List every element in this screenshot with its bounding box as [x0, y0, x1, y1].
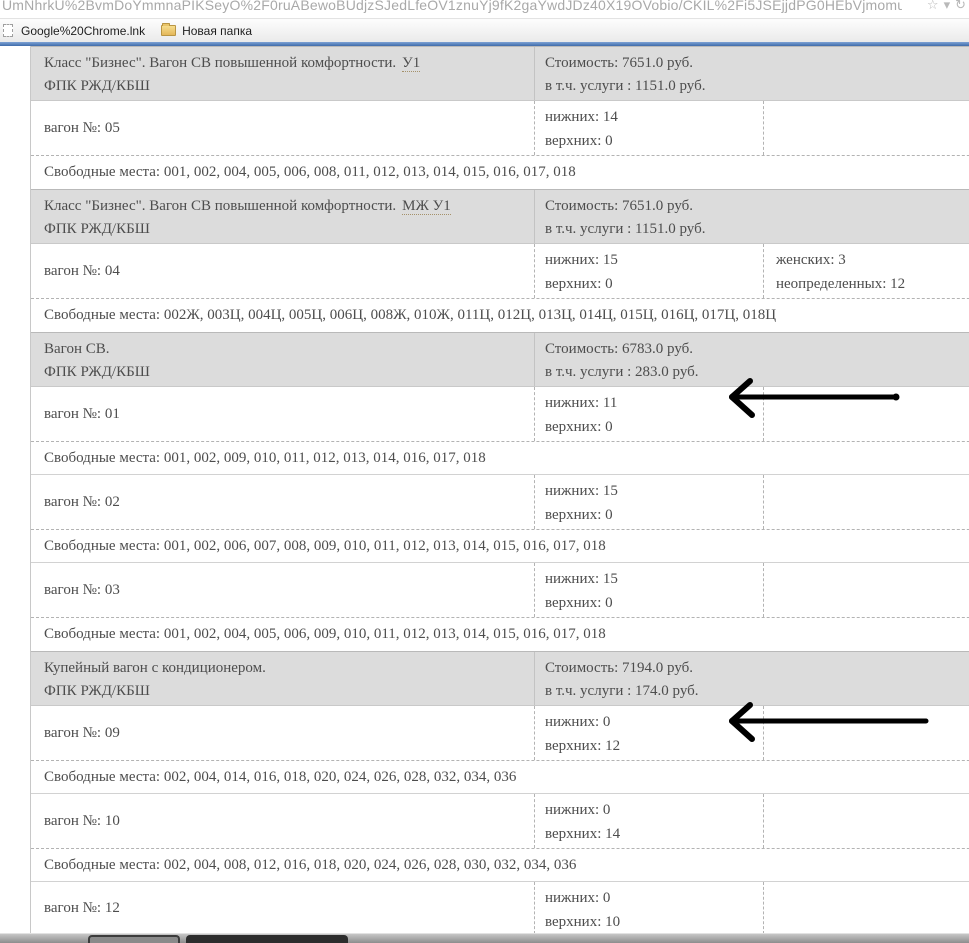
omnibox-icons: ☆ ▾ ↻ [927, 0, 966, 13]
browser-window: { "browser": { "url": "UmNhrkU%2BvmDoYmm… [0, 0, 969, 943]
page-content: Класс "Бизнес". Вагон СВ повышенной комф… [0, 46, 969, 935]
chevron-down-icon[interactable]: ▾ [944, 0, 951, 13]
lower-berths: нижних: 0 [545, 886, 763, 910]
lower-berths: нижних: 15 [545, 248, 763, 272]
upper-berths: верхних: 0 [545, 272, 763, 296]
class-title: Класс "Бизнес". Вагон СВ повышенной комф… [44, 52, 534, 75]
services-label: в т.ч. услуги : 1151.0 руб. [545, 75, 969, 98]
operator-label: ФПК РЖД/КБШ [44, 361, 534, 384]
taskbar [0, 933, 969, 943]
upper-berths: верхних: 12 [545, 734, 763, 758]
class-title: Купейный вагон с кондиционером. [44, 657, 534, 680]
undefined-seats: неопределенных: 12 [776, 272, 969, 296]
taskbar-button[interactable] [88, 935, 180, 943]
folder-icon [161, 25, 176, 36]
wagon-number: вагон №: 09 [31, 706, 534, 760]
price-label: Стоимость: 7651.0 руб. [545, 195, 969, 218]
free-seats-row: Свободные места: 002Ж, 003Ц, 004Ц, 005Ц,… [31, 299, 969, 332]
wagon-row: вагон №: 04 нижних: 15 верхних: 0 женски… [31, 244, 969, 299]
page-icon [3, 24, 13, 37]
wagon-number: вагон №: 12 [31, 882, 534, 934]
free-seats-row: Свободные места: 002, 004, 014, 016, 018… [31, 761, 969, 794]
services-label: в т.ч. услуги : 1151.0 руб. [545, 218, 969, 241]
price-label: Стоимость: 7651.0 руб. [545, 52, 969, 75]
class-header-row: Вагон СВ. ФПК РЖД/КБШ Стоимость: 6783.0 … [31, 332, 969, 387]
free-seats-row: Свободные места: 001, 002, 006, 007, 008… [31, 530, 969, 563]
wagon-number: вагон №: 10 [31, 794, 534, 848]
free-seats-row: Свободные места: 001, 002, 004, 005, 006… [31, 156, 969, 189]
upper-berths: верхних: 0 [545, 415, 763, 439]
female-seats: женских: 3 [776, 248, 969, 272]
bookmark-item-chrome-lnk[interactable]: Google%20Chrome.lnk [3, 24, 145, 38]
wagon-row: вагон №: 02 нижних: 15 верхних: 0 [31, 475, 969, 530]
wagon-row: вагон №: 05 нижних: 14 верхних: 0 [31, 101, 969, 156]
taskbar-button[interactable] [186, 935, 348, 943]
price-label: Стоимость: 7194.0 руб. [545, 657, 969, 680]
upper-berths: верхних: 14 [545, 822, 763, 846]
free-seats-row: Свободные места: 001, 002, 004, 005, 006… [31, 618, 969, 651]
bookmark-label: Google%20Chrome.lnk [21, 24, 145, 38]
class-title: Класс "Бизнес". Вагон СВ повышенной комф… [44, 195, 534, 218]
reload-icon[interactable]: ↻ [955, 0, 966, 13]
address-bar[interactable]: UmNhrkU%2BvmDoYmmnaPIKSeyO%2F0ruABewoBUd… [0, 0, 969, 19]
operator-label: ФПК РЖД/КБШ [44, 75, 534, 98]
class-header-row: Класс "Бизнес". Вагон СВ повышенной комф… [31, 189, 969, 244]
wagon-row: вагон №: 03 нижних: 15 верхних: 0 [31, 563, 969, 618]
price-label: Стоимость: 6783.0 руб. [545, 338, 969, 361]
upper-berths: верхних: 0 [545, 503, 763, 527]
wagon-class-block: Класс "Бизнес". Вагон СВ повышенной комф… [31, 189, 969, 332]
bookmarks-bar: Google%20Chrome.lnk Новая папка [0, 19, 969, 42]
upper-berths: верхних: 10 [545, 910, 763, 934]
wagon-row: вагон №: 12 нижних: 0 верхних: 10 [31, 882, 969, 935]
class-code-abbr: У1 [402, 55, 420, 72]
bookmark-folder-novaya-papka[interactable]: Новая папка [161, 24, 252, 38]
free-seats-row: Свободные места: 001, 002, 009, 010, 011… [31, 442, 969, 475]
class-title: Вагон СВ. [44, 338, 534, 361]
upper-berths: верхних: 0 [545, 591, 763, 615]
wagon-class-block: Вагон СВ. ФПК РЖД/КБШ Стоимость: 6783.0 … [31, 332, 969, 651]
class-header-row: Класс "Бизнес". Вагон СВ повышенной комф… [31, 46, 969, 101]
lower-berths: нижних: 14 [545, 105, 763, 129]
lower-berths: нижних: 0 [545, 710, 763, 734]
wagon-availability-table: Класс "Бизнес". Вагон СВ повышенной комф… [30, 46, 969, 935]
lower-berths: нижних: 0 [545, 798, 763, 822]
services-label: в т.ч. услуги : 174.0 руб. [545, 680, 969, 703]
bookmark-star-icon[interactable]: ☆ [927, 0, 939, 13]
wagon-row: вагон №: 10 нижних: 0 верхних: 14 [31, 794, 969, 849]
wagon-class-block: Купейный вагон с кондиционером. ФПК РЖД/… [31, 651, 969, 935]
operator-label: ФПК РЖД/КБШ [44, 680, 534, 703]
class-header-row: Купейный вагон с кондиционером. ФПК РЖД/… [31, 651, 969, 706]
lower-berths: нижних: 15 [545, 567, 763, 591]
upper-berths: верхних: 0 [545, 129, 763, 153]
wagon-number: вагон №: 04 [31, 244, 534, 298]
wagon-row: вагон №: 01 нижних: 11 верхних: 0 [31, 387, 969, 442]
lower-berths: нижних: 15 [545, 479, 763, 503]
bookmark-label: Новая папка [182, 24, 252, 38]
wagon-number: вагон №: 01 [31, 387, 534, 441]
wagon-number: вагон №: 03 [31, 563, 534, 617]
class-code-abbr: МЖ У1 [402, 198, 451, 215]
wagon-number: вагон №: 02 [31, 475, 534, 529]
free-seats-row: Свободные места: 002, 004, 008, 012, 016… [31, 849, 969, 882]
wagon-number: вагон №: 05 [31, 101, 534, 155]
lower-berths: нижних: 11 [545, 391, 763, 415]
url-text[interactable]: UmNhrkU%2BvmDoYmmnaPIKSeyO%2F0ruABewoBUd… [2, 0, 902, 13]
wagon-row: вагон №: 09 нижних: 0 верхних: 12 [31, 706, 969, 761]
wagon-class-block: Класс "Бизнес". Вагон СВ повышенной комф… [31, 46, 969, 189]
operator-label: ФПК РЖД/КБШ [44, 218, 534, 241]
services-label: в т.ч. услуги : 283.0 руб. [545, 361, 969, 384]
